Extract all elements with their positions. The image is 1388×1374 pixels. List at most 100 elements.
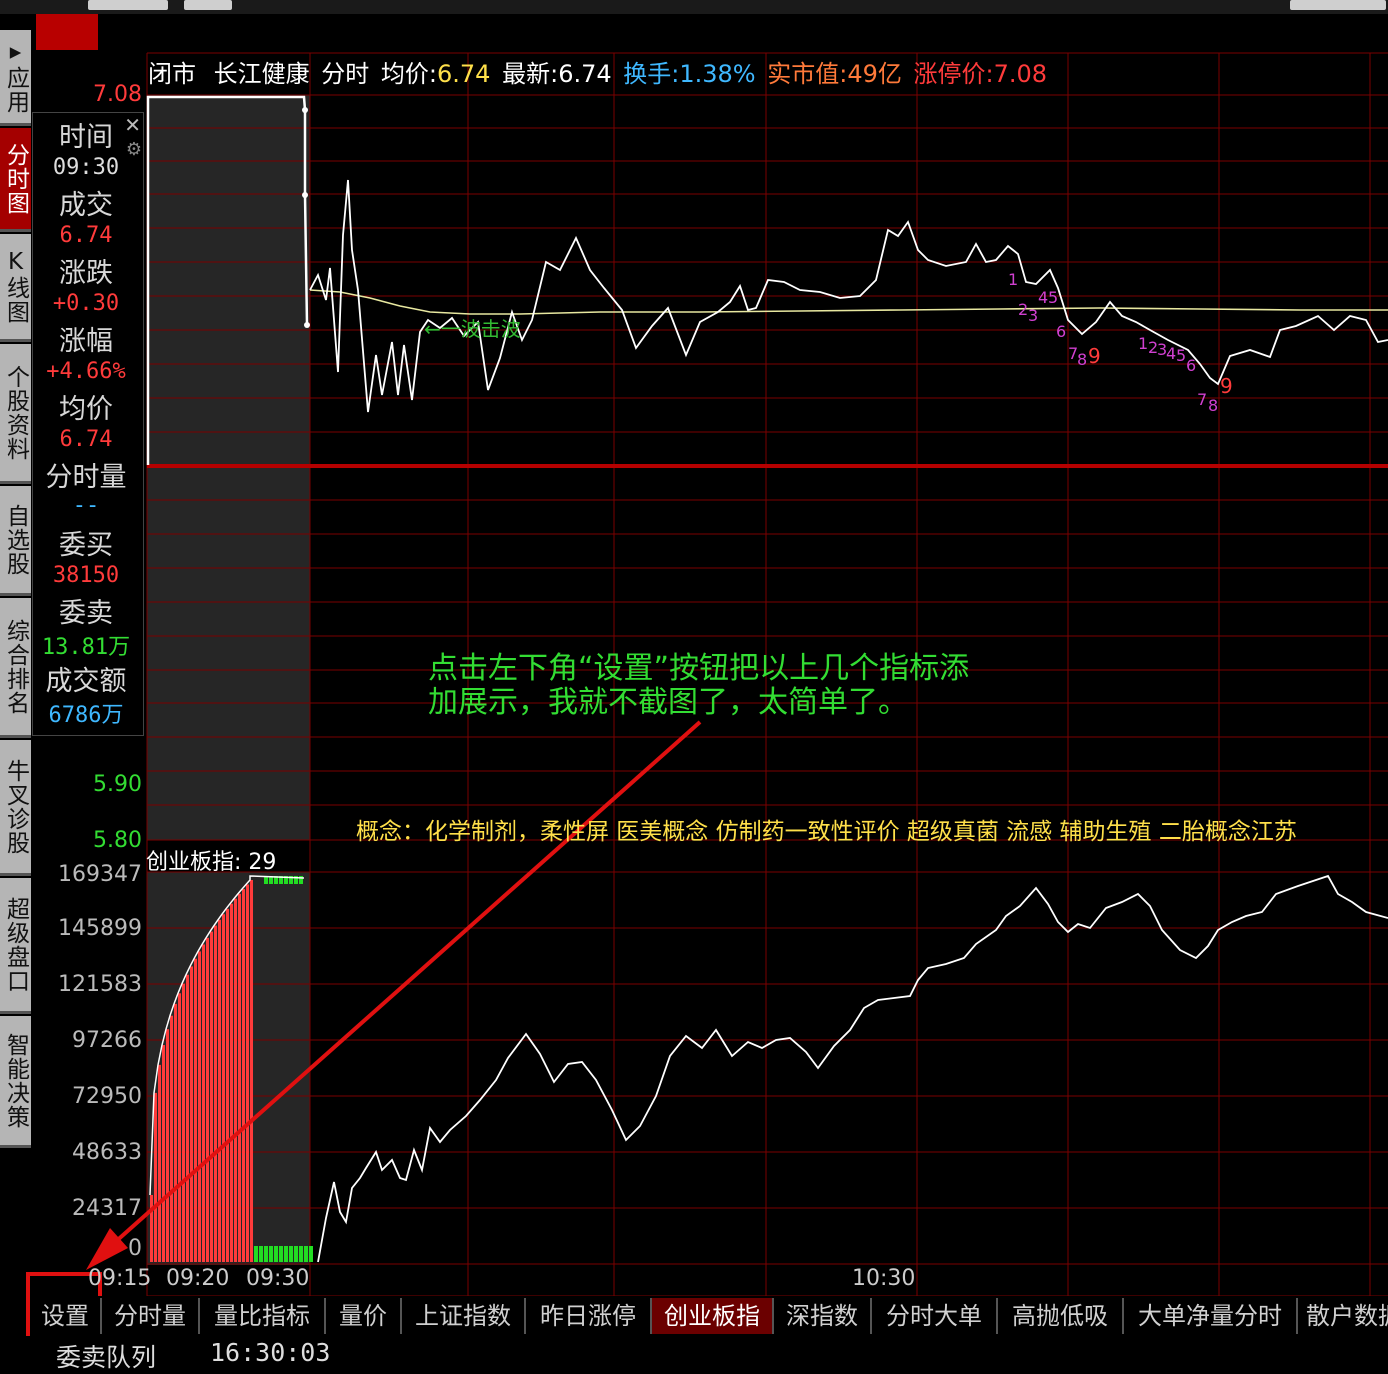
indicator-bar — [269, 1246, 273, 1262]
mcap-value: 49亿 — [847, 60, 902, 88]
tab-net-big-orders[interactable]: 大单净量分时 — [1124, 1298, 1298, 1334]
info-ask-label: 委卖 — [59, 598, 113, 629]
indicator-bar — [218, 919, 221, 1262]
indicator-bar — [279, 1246, 283, 1262]
vtab-apps[interactable]: ▸应用 — [0, 30, 31, 126]
tab-sz-index[interactable]: 深指数 — [774, 1298, 872, 1334]
info-change-value: +0.30 — [52, 291, 120, 316]
indicator-bar — [250, 880, 253, 1262]
vtab-ranking[interactable]: 综合排名 — [0, 598, 31, 738]
indicator-bar — [210, 931, 213, 1262]
price-dot — [302, 107, 308, 113]
indicator-bar — [170, 1015, 173, 1262]
avg-label: 均价: — [380, 60, 438, 88]
vtab-watchlist[interactable]: 自选股 — [0, 486, 31, 596]
seq-marker: 7 — [1197, 390, 1208, 409]
concepts-line: 概念：化学制剂，柔性屏 医美概念 仿制药一致性评价 超级真菌 流感 辅助生殖 二… — [356, 819, 1297, 845]
indicator-bar — [162, 1258, 165, 1262]
indicator-bar — [259, 1246, 263, 1262]
indicator-bar — [194, 958, 197, 1262]
price-axis-label: 5.90 — [93, 772, 142, 797]
indicator-bar — [234, 1258, 237, 1262]
indicator-bar — [246, 1258, 249, 1262]
info-change-label: 涨跌 — [59, 258, 113, 289]
tab-retail-data[interactable]: 散户数据 — [1298, 1298, 1388, 1334]
info-time-label: 时间 — [59, 122, 113, 153]
avg-value: 6.74 — [437, 60, 491, 88]
info-avg-value: 6.74 — [59, 427, 113, 452]
indicator-bar — [230, 903, 233, 1262]
indicator-bar — [158, 1064, 161, 1262]
vtab-super-panel[interactable]: 超级盘口 — [0, 878, 31, 1014]
indicator-bar — [222, 914, 225, 1262]
info-deal-value: 6.74 — [59, 223, 113, 248]
price-dot — [304, 322, 310, 328]
seq-marker: 6 — [1186, 356, 1197, 375]
status-time: 16:30:03 — [210, 1338, 331, 1367]
indicator-bar — [202, 944, 205, 1262]
indicator-bar — [190, 1258, 193, 1262]
seq-marker: 1 — [1138, 334, 1149, 353]
indicator-bar — [238, 893, 241, 1262]
limit-label: 涨停价: — [913, 60, 994, 88]
time-axis-label: 09:30 — [246, 1266, 310, 1291]
status-bar: 委卖队列 16:30:03 — [0, 1336, 1388, 1374]
tab-time-volume[interactable]: 分时量 — [102, 1298, 200, 1334]
quote-info-panel: ✕ ⚙ 时间 09:30 成交 6.74 涨跌 +0.30 涨幅 +4.66% … — [32, 112, 144, 736]
seq-marker: 1 — [1008, 270, 1019, 289]
info-amount-value: 6786万 — [48, 703, 124, 728]
indicator-bar — [289, 1246, 293, 1262]
info-vol-value: -- — [72, 493, 100, 518]
info-bid-label: 委买 — [59, 530, 113, 561]
indicator-ytick: 169347 — [58, 862, 142, 887]
seq-marker: 5 — [1048, 288, 1059, 307]
vtab-kline[interactable]: K线图 — [0, 234, 31, 342]
tab-volume-price[interactable]: 量价 — [326, 1298, 402, 1334]
indicator-bar — [154, 1258, 157, 1262]
indicator-line — [317, 874, 1388, 1263]
indicator-bar — [299, 1246, 303, 1262]
indicator-ytick: 0 — [128, 1236, 142, 1261]
vtab-diagnosis[interactable]: 牛叉诊股 — [0, 740, 31, 876]
vtab-decision[interactable]: 智能决策 — [0, 1016, 31, 1148]
turnover-label: 换手: — [623, 60, 680, 88]
indicator-bar — [158, 1258, 161, 1262]
indicator-bar — [242, 1258, 245, 1262]
seq-marker: 9 — [1088, 344, 1101, 368]
indicator-bar — [170, 1258, 173, 1262]
seq-marker: 4 — [1038, 288, 1049, 307]
indicator-bar — [264, 1246, 268, 1262]
price-axis-top: 7.08 — [93, 82, 142, 107]
indicator-bar — [309, 1246, 313, 1262]
indicator-bar — [304, 1246, 308, 1262]
info-avg-label: 均价 — [59, 394, 113, 425]
limit-value: 7.08 — [993, 60, 1048, 88]
tab-yesterday-limitup[interactable]: 昨日涨停 — [526, 1298, 652, 1334]
price-dot — [302, 192, 308, 198]
tab-high-low[interactable]: 高抛低吸 — [998, 1298, 1124, 1334]
indicator-bar — [242, 889, 245, 1262]
time-axis-label: 10:30 — [852, 1266, 916, 1291]
indicator-bar — [150, 1258, 153, 1262]
seq-marker: 8 — [1208, 396, 1219, 415]
indicator-bar — [154, 1092, 157, 1262]
indicator-bar — [294, 1246, 298, 1262]
indicator-bar — [198, 951, 201, 1262]
vtab-timeshare[interactable]: 分时图 — [0, 128, 31, 232]
tab-volume-ratio[interactable]: 量比指标 — [200, 1298, 326, 1334]
tab-big-orders[interactable]: 分时大单 — [872, 1298, 998, 1334]
seq-marker: 4 — [1166, 344, 1177, 363]
vtab-stock-info[interactable]: 个股资料 — [0, 344, 31, 484]
indicator-bar — [162, 1045, 165, 1262]
wave-label: ←一波击波 — [424, 317, 521, 341]
indicator-bar — [214, 925, 217, 1262]
tab-chinext-index[interactable]: 创业板指 — [652, 1298, 774, 1334]
indicator-ytick: 97266 — [72, 1028, 142, 1053]
view-name: 分时 — [321, 60, 370, 88]
indicator-bar — [198, 1258, 201, 1262]
indicator-bar — [238, 1258, 241, 1262]
tab-settings[interactable]: 设置 — [30, 1298, 102, 1334]
tab-sh-index[interactable]: 上证指数 — [402, 1298, 526, 1334]
info-vol-label: 分时量 — [45, 462, 127, 493]
time-axis-label: 09:20 — [166, 1266, 230, 1291]
